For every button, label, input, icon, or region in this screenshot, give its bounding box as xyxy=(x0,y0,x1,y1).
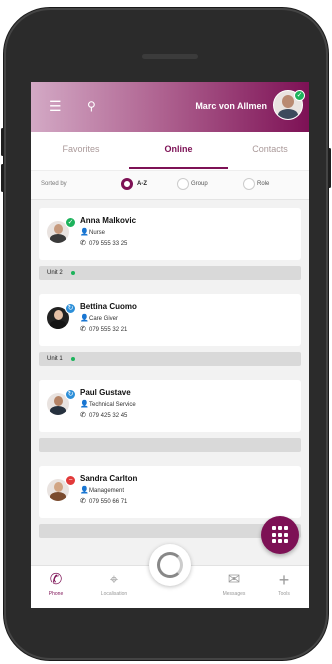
phone-icon: ✆ xyxy=(80,498,86,505)
app-screen: ☰ ⚲ Marc von Allmen ✓ Favorites Online C… xyxy=(31,82,309,608)
phone-icon: ✆ xyxy=(80,326,86,333)
contact-phone: 079 550 66 71 xyxy=(89,499,128,505)
contact-role: Management xyxy=(89,488,125,494)
nav-localisation-label: Localisation xyxy=(100,591,128,597)
sort-label: Sorted by xyxy=(41,181,67,187)
tab-bar: Favorites Online Contacts xyxy=(31,132,309,170)
contact-card[interactable]: − Sandra Carlton 👤Management ✆ 079 550 66… xyxy=(39,466,301,518)
contact-phone-line[interactable]: ✆ 079 550 66 71 xyxy=(80,497,127,505)
nav-messages-label: Messages xyxy=(222,591,246,597)
sort-option-group[interactable]: Group xyxy=(191,181,208,187)
sort-option-role[interactable]: Role xyxy=(257,181,269,187)
unit-bar: Unit 1 xyxy=(39,352,301,366)
person-icon: 👤 xyxy=(80,487,89,494)
contact-role: Nurse xyxy=(89,230,106,236)
contact-phone: 079 425 32 45 xyxy=(89,413,128,419)
contact-role-line: 👤Management xyxy=(80,486,124,494)
status-do-not-disturb-icon: − xyxy=(65,475,76,486)
dialpad-icon xyxy=(272,526,288,544)
contact-phone-line[interactable]: ✆ 079 425 32 45 xyxy=(80,411,127,419)
plus-icon: + xyxy=(278,570,290,590)
sort-bar: Sorted by A-Z Group Role xyxy=(31,170,309,200)
tab-online[interactable]: Online xyxy=(129,144,228,154)
user-name: Marc von Allmen xyxy=(195,101,267,111)
contact-name: Sandra Carlton xyxy=(80,474,138,483)
contact-role: Technical Service xyxy=(89,402,136,408)
earpiece-speaker xyxy=(142,54,198,59)
status-online-icon: ✓ xyxy=(65,217,76,228)
sort-radio-role[interactable] xyxy=(243,178,255,190)
sort-radio-group[interactable] xyxy=(177,178,189,190)
contact-role-line: 👤Technical Service xyxy=(80,400,136,408)
contact-phone-line[interactable]: ✆ 079 555 33 25 xyxy=(80,239,127,247)
volume-up-button xyxy=(1,128,4,156)
tab-favorites[interactable]: Favorites xyxy=(41,144,121,154)
nav-phone[interactable]: ✆ Phone xyxy=(31,571,81,598)
search-icon[interactable]: ⚲ xyxy=(87,99,96,113)
unit-online-dot xyxy=(71,357,75,361)
active-tab-indicator xyxy=(129,167,228,169)
sort-option-az[interactable]: A-Z xyxy=(137,181,147,187)
nav-localisation[interactable]: ⌖ Localisation xyxy=(89,571,139,598)
nav-tools-label: Tools xyxy=(278,591,290,597)
phone-frame: ☰ ⚲ Marc von Allmen ✓ Favorites Online C… xyxy=(1,8,331,660)
volume-down-button xyxy=(1,164,4,192)
unit-label: Unit 2 xyxy=(47,270,63,276)
unit-bar xyxy=(39,438,301,452)
contact-card[interactable]: ↻ Paul Gustave 👤Technical Service ✆ 079 4… xyxy=(39,380,301,432)
contact-card[interactable]: ↻ Bettina Cuomo 👤Care Giver ✆ 079 555 32 … xyxy=(39,294,301,346)
contact-role: Care Giver xyxy=(89,316,119,322)
tab-contacts[interactable]: Contacts xyxy=(231,144,309,154)
contact-name: Paul Gustave xyxy=(80,388,131,397)
phone-icon: ✆ xyxy=(80,240,86,247)
contact-role-line: 👤Nurse xyxy=(80,228,105,236)
status-busy-icon: ↻ xyxy=(65,389,76,400)
contact-phone-line[interactable]: ✆ 079 555 32 21 xyxy=(80,325,127,333)
contact-name: Bettina Cuomo xyxy=(80,302,137,311)
user-status-online-icon: ✓ xyxy=(294,90,305,101)
contact-role-line: 👤Care Giver xyxy=(80,314,118,322)
contact-phone: 079 555 33 25 xyxy=(89,241,128,247)
phone-icon: ✆ xyxy=(49,571,63,588)
person-icon: 👤 xyxy=(80,229,89,236)
dialpad-button[interactable] xyxy=(261,516,299,554)
sort-radio-az[interactable] xyxy=(121,178,133,190)
message-icon: ✉ xyxy=(227,571,241,588)
nav-messages[interactable]: ✉ Messages xyxy=(209,571,259,598)
menu-icon[interactable]: ☰ xyxy=(49,98,62,115)
power-button xyxy=(328,148,331,188)
contact-name: Anna Malkovic xyxy=(80,216,137,225)
unit-label: Unit 1 xyxy=(47,356,63,362)
contact-phone: 079 555 32 21 xyxy=(89,327,128,333)
alarm-ring-icon xyxy=(157,552,183,578)
unit-online-dot xyxy=(71,271,75,275)
unit-bar: Unit 2 xyxy=(39,266,301,280)
nav-phone-label: Phone xyxy=(48,591,64,597)
app-header: ☰ ⚲ Marc von Allmen ✓ xyxy=(31,82,309,132)
person-icon: 👤 xyxy=(80,401,89,408)
person-icon: 👤 xyxy=(80,315,89,322)
contact-card[interactable]: ✓ Anna Malkovic 👤Nurse ✆ 079 555 33 25 xyxy=(39,208,301,260)
nav-tools[interactable]: + Tools xyxy=(259,570,309,597)
location-pin-icon: ⌖ xyxy=(109,571,119,588)
status-busy-icon: ↻ xyxy=(65,303,76,314)
alarm-button[interactable] xyxy=(149,544,191,586)
phone-icon: ✆ xyxy=(80,412,86,419)
